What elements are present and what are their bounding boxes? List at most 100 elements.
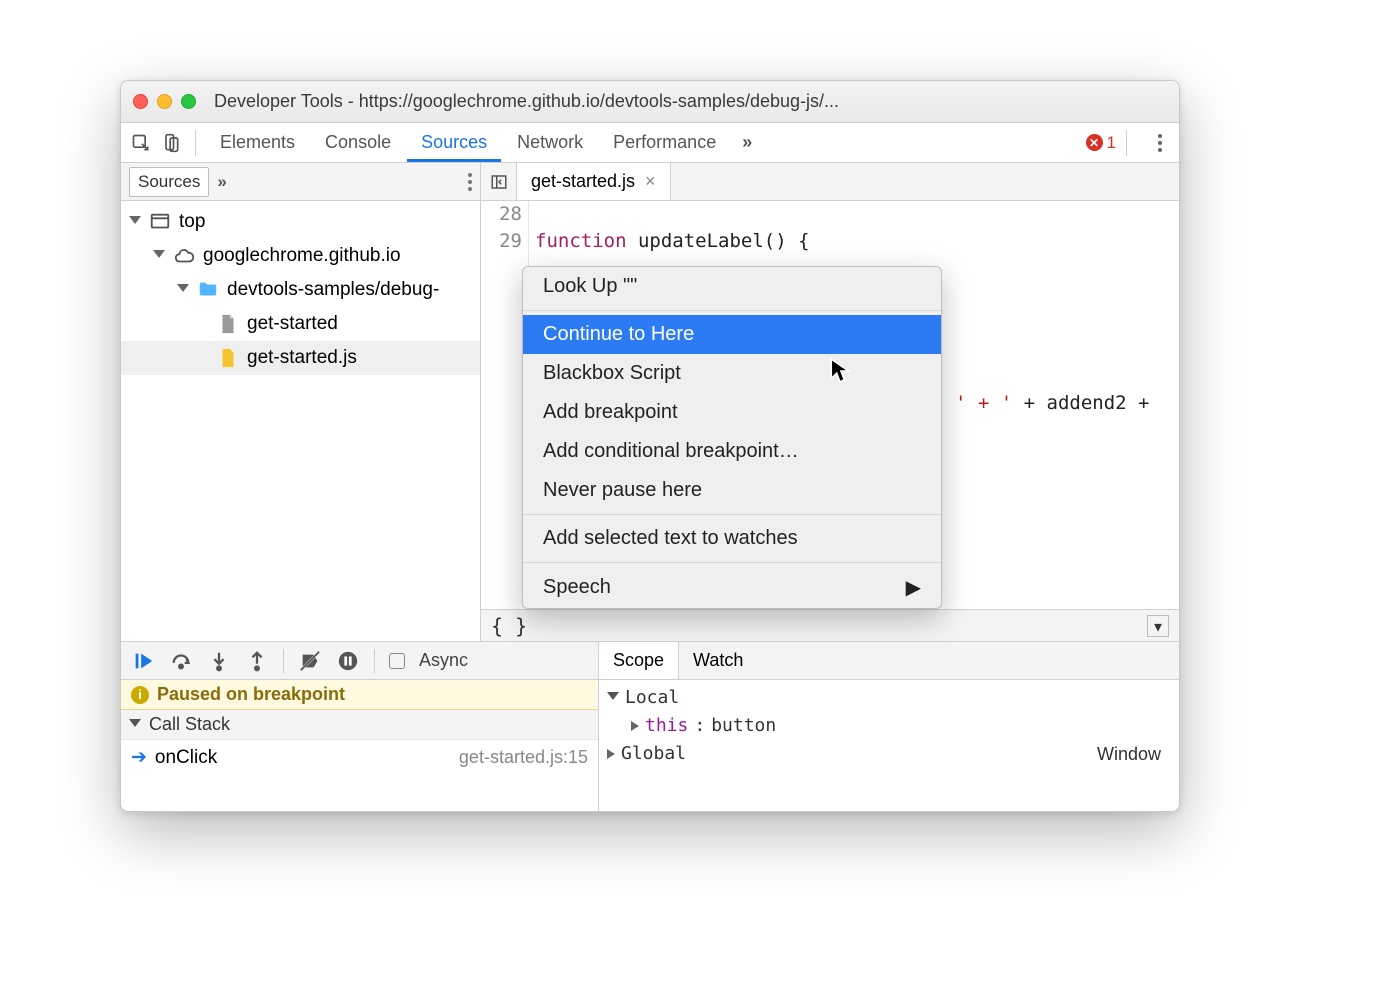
str: ' + ' — [955, 392, 1012, 414]
more-menu-icon[interactable] — [1147, 134, 1173, 152]
scope-local[interactable]: Local — [607, 684, 1171, 712]
debugger-left: Async i Paused on breakpoint Call Stack … — [121, 642, 599, 811]
line-number: 28 — [481, 201, 522, 228]
editor-file-tab[interactable]: get-started.js × — [517, 163, 671, 200]
navigator-tab-sources[interactable]: Sources — [129, 167, 209, 197]
tab-elements[interactable]: Elements — [206, 123, 309, 162]
stack-frame[interactable]: ➔ onClick get-started.js:15 — [121, 740, 598, 774]
separator — [523, 514, 941, 515]
resume-icon[interactable] — [131, 649, 155, 673]
frame-location: get-started.js:15 — [459, 747, 588, 768]
tabs-overflow[interactable]: » — [732, 132, 762, 153]
tree-row-html[interactable]: get-started — [121, 307, 480, 341]
prop-value: button — [711, 712, 776, 740]
paused-banner: i Paused on breakpoint — [121, 680, 598, 710]
async-label: Async — [419, 650, 468, 671]
tab-console[interactable]: Console — [311, 123, 405, 162]
close-tab-icon[interactable]: × — [645, 171, 656, 192]
chevron-down-icon — [129, 216, 141, 228]
cloud-icon — [173, 245, 195, 267]
file-icon — [217, 313, 239, 335]
separator — [523, 310, 941, 311]
js-file-icon — [217, 347, 239, 369]
deactivate-breakpoints-icon[interactable] — [298, 649, 322, 673]
file-tab-name: get-started.js — [531, 171, 635, 192]
minimize-window-button[interactable] — [157, 94, 172, 109]
callstack-header[interactable]: Call Stack — [121, 710, 598, 740]
paused-text: Paused on breakpoint — [157, 684, 345, 705]
chevron-right-icon — [631, 721, 639, 731]
window-titlebar: Developer Tools - https://googlechrome.g… — [121, 81, 1179, 123]
step-over-icon[interactable] — [169, 649, 193, 673]
pause-exceptions-icon[interactable] — [336, 649, 360, 673]
zoom-window-button[interactable] — [181, 94, 196, 109]
debugger-panel: Async i Paused on breakpoint Call Stack … — [121, 641, 1179, 811]
scope-body: Local this: button Global Window — [599, 680, 1179, 811]
tab-scope[interactable]: Scope — [599, 642, 679, 679]
ctx-speech[interactable]: Speech ▶ — [523, 567, 941, 608]
separator — [523, 562, 941, 563]
prop-name: this — [645, 712, 688, 740]
debugger-toolbar: Async — [121, 642, 598, 680]
tab-performance[interactable]: Performance — [599, 123, 730, 162]
async-checkbox[interactable] — [389, 653, 405, 669]
toggle-navigator-icon[interactable] — [481, 163, 517, 200]
chevron-down-icon — [607, 692, 619, 704]
scope-name: Local — [625, 684, 679, 712]
tab-network[interactable]: Network — [503, 123, 597, 162]
error-icon: ✕ — [1086, 134, 1103, 151]
ctx-add-to-watches[interactable]: Add selected text to watches — [523, 519, 941, 558]
navigator-more-icon[interactable] — [468, 173, 472, 191]
scope-value: Window — [1097, 740, 1161, 768]
submenu-arrow-icon: ▶ — [906, 575, 921, 600]
window-title: Developer Tools - https://googlechrome.g… — [214, 91, 1167, 112]
info-icon: i — [131, 686, 149, 704]
tree-label: get-started.js — [247, 347, 357, 369]
current-frame-icon: ➔ — [131, 747, 147, 768]
callstack-label: Call Stack — [149, 714, 230, 735]
chevron-down-icon — [177, 284, 189, 296]
ctx-lookup[interactable]: Look Up "" — [523, 267, 941, 306]
coverage-icon[interactable]: ▾ — [1147, 615, 1169, 637]
tree-row-js[interactable]: get-started.js — [121, 341, 480, 375]
ctx-blackbox-script[interactable]: Blackbox Script — [523, 354, 941, 393]
tree-label: get-started — [247, 313, 338, 335]
navigator-overflow[interactable]: » — [217, 172, 226, 192]
mouse-cursor-icon — [830, 358, 852, 389]
scope-global[interactable]: Global Window — [607, 740, 1171, 768]
frame-icon — [149, 211, 171, 233]
close-window-button[interactable] — [133, 94, 148, 109]
editor-header: get-started.js × — [481, 163, 1179, 201]
tab-sources[interactable]: Sources — [407, 123, 501, 162]
ctx-add-conditional-breakpoint[interactable]: Add conditional breakpoint… — [523, 432, 941, 471]
tree-label: devtools-samples/debug- — [227, 279, 439, 301]
ctx-continue-to-here[interactable]: Continue to Here — [523, 315, 941, 354]
main-tabs: Elements Console Sources Network Perform… — [121, 123, 1179, 163]
editor-footer: { } ▾ — [481, 609, 1179, 641]
step-into-icon[interactable] — [207, 649, 231, 673]
ctx-never-pause-here[interactable]: Never pause here — [523, 471, 941, 510]
frame-name: onClick — [155, 747, 217, 768]
tab-watch[interactable]: Watch — [679, 642, 757, 679]
error-count: 1 — [1107, 133, 1116, 153]
txt: + addend2 + — [1012, 392, 1161, 414]
chevron-down-icon — [153, 250, 165, 262]
scope-this[interactable]: this: button — [607, 712, 1171, 740]
inspect-icon[interactable] — [127, 129, 155, 157]
tree-row-folder[interactable]: devtools-samples/debug- — [121, 273, 480, 307]
navigator-header: Sources » — [121, 163, 480, 201]
line-number: 29 — [481, 228, 522, 255]
ctx-add-breakpoint[interactable]: Add breakpoint — [523, 393, 941, 432]
error-badge[interactable]: ✕ 1 — [1086, 133, 1116, 153]
tree-row-domain[interactable]: googlechrome.github.io — [121, 239, 480, 273]
folder-icon — [197, 279, 219, 301]
pretty-print-icon[interactable]: { } — [491, 614, 527, 638]
chevron-right-icon — [607, 749, 615, 759]
device-toggle-icon[interactable] — [157, 129, 185, 157]
tree-row-top[interactable]: top — [121, 205, 480, 239]
code-line: function updateLabel() { — [535, 228, 1179, 255]
ctx-speech-label: Speech — [543, 576, 611, 599]
separator — [283, 649, 284, 673]
step-out-icon[interactable] — [245, 649, 269, 673]
debugger-right: Scope Watch Local this: button Global Wi… — [599, 642, 1179, 811]
